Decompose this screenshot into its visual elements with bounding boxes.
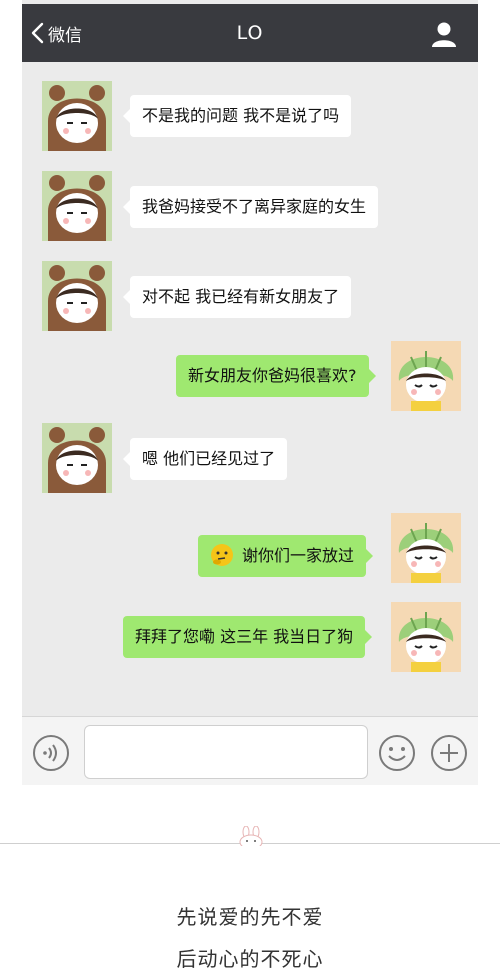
message-text: 谢你们一家放过	[242, 546, 355, 565]
girl-avatar[interactable]	[391, 602, 461, 672]
navbar: 微信 LO	[22, 4, 478, 62]
profile-icon[interactable]	[430, 20, 458, 48]
message-bubble-in[interactable]: 我爸妈接受不了离异家庭的女生	[122, 186, 379, 228]
caption-line-1: 先说爱的先不爱	[176, 905, 324, 929]
message-bubble-out[interactable]: 新女朋友你爸妈很喜欢?	[176, 355, 375, 397]
voice-icon[interactable]	[32, 734, 70, 772]
message-bubble-out[interactable]: 拜拜了您嘞 这三年 我当日了狗	[123, 616, 373, 658]
plus-icon[interactable]	[430, 734, 468, 772]
boy-bear-hat-avatar	[42, 423, 112, 493]
message-bubble-in[interactable]: 对不起 我已经有新女朋友了	[122, 276, 352, 318]
girl-cabbage-hat-avatar	[391, 513, 461, 583]
thinking-face-emoji	[211, 543, 233, 566]
message-bubble-out[interactable]: 谢你们一家放过	[198, 535, 374, 577]
emoji-icon[interactable]	[378, 734, 416, 772]
boy-bear-hat-avatar	[42, 81, 112, 151]
message-input[interactable]	[84, 725, 368, 779]
boy-avatar[interactable]	[42, 423, 112, 493]
boy-avatar[interactable]	[42, 261, 112, 331]
boy-avatar[interactable]	[42, 171, 112, 241]
boy-bear-hat-avatar	[42, 261, 112, 331]
input-bar	[22, 716, 478, 785]
bunny-icon	[239, 826, 263, 846]
boy-bear-hat-avatar	[42, 171, 112, 241]
girl-avatar[interactable]	[391, 513, 461, 583]
caption-line-2: 后动心的不死心	[176, 947, 324, 971]
girl-cabbage-hat-avatar	[391, 602, 461, 672]
girl-avatar[interactable]	[391, 341, 461, 411]
boy-avatar[interactable]	[42, 81, 112, 151]
chat-title: LO	[236, 22, 264, 44]
chat-window: 微信 LO 不是我的问题 我不是说了吗 我爸妈接受不了离异家庭的女生 对不起 我…	[22, 0, 478, 785]
message-bubble-in[interactable]: 不是我的问题 我不是说了吗	[122, 95, 352, 137]
message-bubble-in[interactable]: 嗯 他们已经见过了	[122, 438, 288, 480]
girl-cabbage-hat-avatar	[391, 341, 461, 411]
